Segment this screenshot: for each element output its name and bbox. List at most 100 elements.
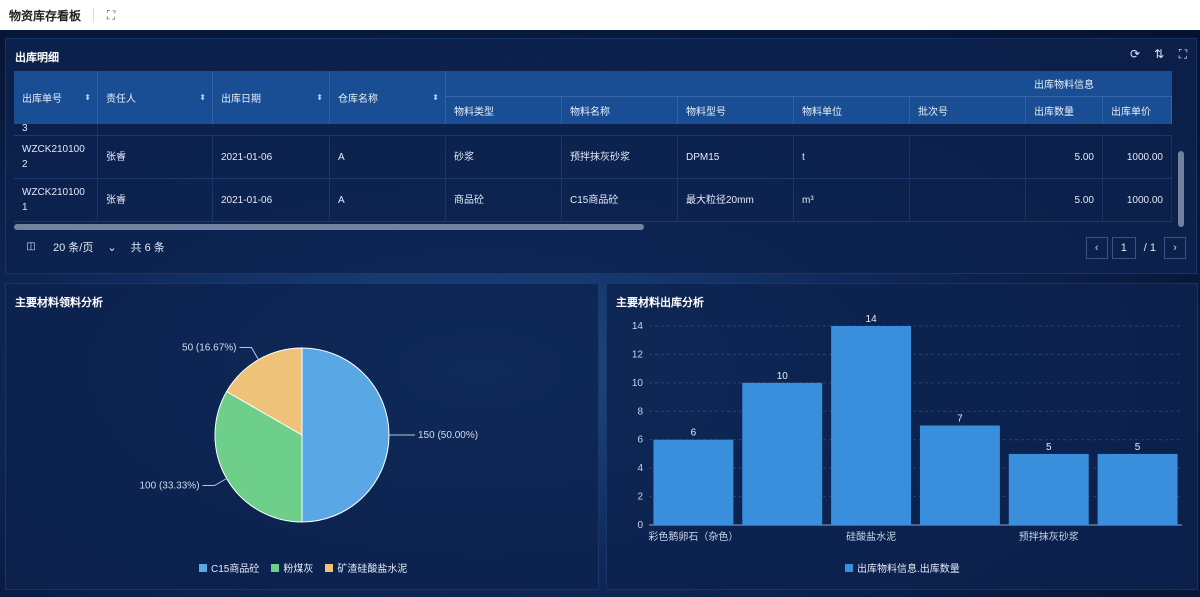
x-tick-label: 硅酸盐水泥 (846, 530, 896, 543)
sort-icon[interactable]: ⬍ (199, 93, 206, 102)
bar-value-label: 7 (957, 414, 963, 425)
legend-item[interactable]: 矿渣硅酸盐水泥 (325, 560, 407, 575)
legend-swatch (845, 563, 853, 572)
cell-date: 2021-01-06 (213, 179, 330, 221)
group-header-material-info: 出库物料信息 (446, 71, 1172, 97)
y-tick-label: 8 (637, 406, 643, 417)
material-outbound-analysis-panel: 主要材料出库分析 0 2 4 6 8 10 12 14 6 10 14 7 5 5 彩色鹅卵石（杂色） 硅酸盐… (606, 283, 1198, 590)
bar[interactable] (1097, 453, 1178, 525)
bar[interactable] (919, 425, 1000, 526)
legend-item[interactable]: C15商品砼 (199, 560, 259, 575)
cell-date: 2021-01-06 (213, 136, 330, 178)
page-size-select[interactable]: 20 条/页 ⌄ (47, 237, 123, 257)
legend-label: C15商品砼 (211, 564, 260, 575)
legend-label: 粉煤灰 (283, 564, 314, 575)
divider (93, 8, 95, 22)
cell-warehouse: A (330, 179, 446, 221)
cell-name: 预拌抹灰砂浆 (562, 136, 678, 178)
column-header-date[interactable]: 出库日期 ⬍ (213, 71, 330, 124)
pie-data-label: 150 (50.00%) (418, 430, 478, 441)
column-label: 责任人 (106, 94, 136, 105)
bar[interactable] (1008, 453, 1089, 525)
sort-icon[interactable]: ⬍ (316, 93, 323, 102)
pie-data-label: 50 (16.67%) (182, 343, 236, 354)
sort-icon[interactable]: ⬍ (84, 93, 91, 102)
column-header-price[interactable]: 出库单价 (1103, 97, 1172, 124)
cell-order-no: WZCK2101001 (14, 179, 98, 221)
horizontal-scrollbar[interactable] (14, 224, 644, 230)
y-tick-label: 6 (637, 435, 643, 446)
column-header-batch[interactable]: 批次号 (910, 97, 1026, 124)
bar-value-label: 5 (1046, 442, 1052, 453)
bar-value-label: 10 (777, 371, 789, 382)
bar[interactable] (653, 439, 734, 525)
panel-title: 出库明细 (15, 52, 59, 64)
pie-label-line (202, 478, 227, 486)
cell-price: 1000.00 (1103, 136, 1172, 178)
pie-legend: C15商品砼 粉煤灰 矿渣硅酸盐水泥 (199, 560, 407, 575)
y-tick-label: 4 (637, 463, 643, 474)
pie-label-line (239, 347, 259, 360)
cell-person: 张睿 (98, 136, 213, 178)
legend-swatch (271, 563, 280, 572)
next-page-button[interactable]: › (1164, 237, 1186, 259)
fullscreen-icon[interactable]: ⛶ (1176, 47, 1190, 61)
cell-unit: m³ (794, 179, 910, 221)
legend-swatch (199, 563, 207, 572)
column-header-warehouse[interactable]: 仓库名称 ⬍ (330, 71, 446, 124)
legend-label: 出库物料信息.出库数量 (857, 564, 960, 575)
bar[interactable] (831, 326, 912, 525)
cell-name: C15商品砼 (562, 179, 678, 221)
panel-tools: ⟳ ⇅ ⛶ (1128, 47, 1190, 61)
y-tick-label: 10 (632, 378, 644, 389)
bar[interactable] (742, 382, 823, 525)
column-header-model[interactable]: 物料型号 (678, 97, 794, 124)
table-row[interactable]: WZCK2101002 张睿 2021-01-06 A 砂浆 预拌抹灰砂浆 DP… (14, 136, 1172, 179)
column-header-person[interactable]: 责任人 ⬍ (98, 71, 213, 124)
vertical-scrollbar[interactable] (1178, 151, 1184, 227)
cell-model: 最大粒径20mm (678, 179, 794, 221)
cell-qty: 5.00 (1026, 179, 1103, 221)
sort-icon[interactable]: ⬍ (432, 93, 439, 102)
x-tick-label: 预拌抹灰砂浆 (1019, 530, 1079, 543)
cell-price: 1000.00 (1103, 179, 1172, 221)
legend-item[interactable]: 出库物料信息.出库数量 (845, 560, 960, 575)
column-label: 出库日期 (221, 94, 261, 105)
table-row[interactable]: WZCK2101001 张睿 2021-01-06 A 商品砼 C15商品砼 最… (14, 179, 1172, 222)
column-header-order-no[interactable]: 出库单号 ⬍ (14, 71, 98, 124)
outbound-detail-panel: 出库明细 ⟳ ⇅ ⛶ 出库单号 ⬍ 责任人 ⬍ 出库日期 ⬍ 仓库名称 ⬍ 出库物料信息… (5, 38, 1197, 274)
top-bar: 物资库存看板 ⛶ (0, 0, 1200, 30)
cell-batch (910, 179, 1026, 221)
legend-item[interactable]: 粉煤灰 (271, 560, 313, 575)
refresh-icon[interactable]: ⟳ (1128, 47, 1142, 61)
cell-unit: t (794, 136, 910, 178)
table-row[interactable]: 3 (14, 124, 1172, 136)
legend-label: 矿渣硅酸盐水泥 (337, 564, 408, 575)
column-settings-icon[interactable]: ⇅ (1152, 47, 1166, 61)
cell-warehouse: A (330, 136, 446, 178)
current-page-input[interactable]: 1 (1111, 237, 1136, 259)
expand-icon[interactable]: ⛶ (104, 8, 118, 22)
column-header-unit[interactable]: 物料单位 (794, 97, 910, 124)
column-toggle-icon[interactable]: ◫ (23, 239, 39, 255)
cell-batch (910, 136, 1026, 178)
y-tick-label: 0 (637, 520, 643, 531)
app-title: 物资库存看板 (9, 8, 82, 23)
pie-slice[interactable] (301, 347, 390, 523)
bar-value-label: 5 (1135, 442, 1141, 453)
cell-person: 张睿 (98, 179, 213, 221)
bar-chart: 0 2 4 6 8 10 12 14 6 10 14 7 5 5 彩色鹅卵石（杂色） 硅酸盐水泥 预拌抹灰砂浆 (632, 314, 1182, 543)
bar-legend: 出库物料信息.出库数量 (845, 560, 960, 575)
pie-chart: 150 (50.00%) 100 (33.33%) 50 (16.67%) (139, 343, 478, 523)
cell-qty: 5.00 (1026, 136, 1103, 178)
column-header-qty[interactable]: 出库数量 (1026, 97, 1103, 124)
pagination-right: ‹ 1 / 1 › (1085, 237, 1186, 259)
column-label: 出库单号 (22, 94, 62, 105)
legend-swatch (325, 563, 334, 572)
total-count: 共 6 条 (130, 242, 165, 254)
prev-page-button[interactable]: ‹ (1085, 237, 1108, 259)
page-total: / 1 (1143, 242, 1156, 254)
column-header-type[interactable]: 物料类型 (446, 97, 562, 124)
column-label: 仓库名称 (338, 94, 378, 105)
column-header-name[interactable]: 物料名称 (562, 97, 678, 124)
